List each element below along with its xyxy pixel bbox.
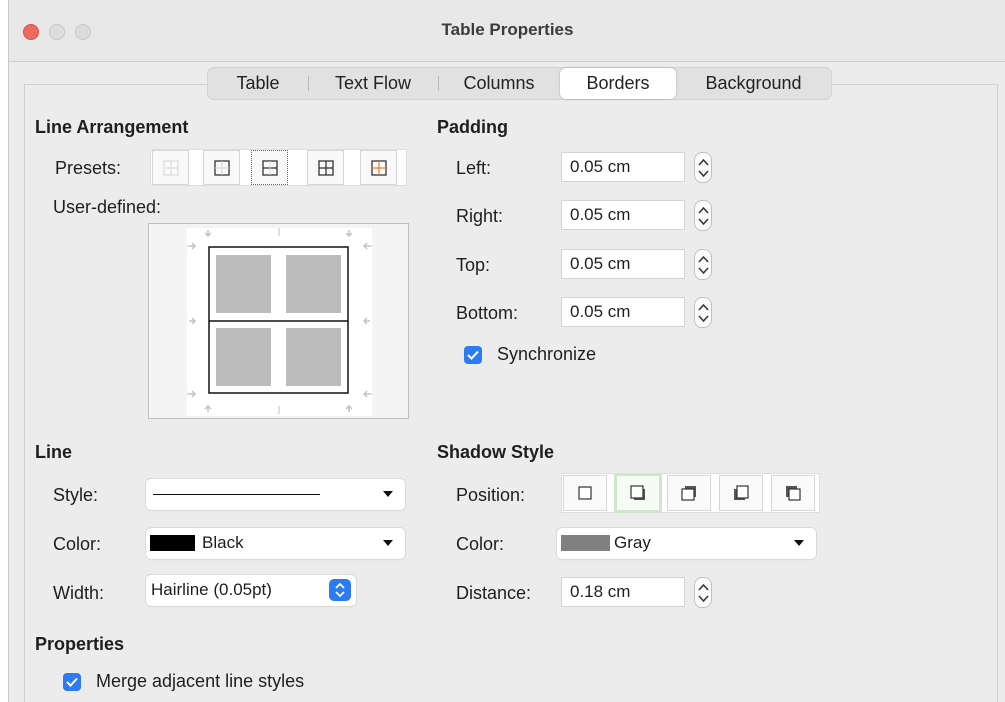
preset-no-borders-icon	[163, 160, 178, 175]
padding-bottom-label: Bottom:	[456, 303, 519, 323]
chevron-down-icon	[383, 540, 393, 546]
user-defined-border-preview[interactable]	[148, 223, 409, 419]
tab-background[interactable]: Background	[676, 68, 831, 99]
line-width-label: Width:	[53, 583, 105, 603]
line-color-value: Black	[202, 533, 244, 552]
padding-top-input[interactable]: 0.05 cm	[561, 249, 685, 279]
shadow-distance-input[interactable]: 0.18 cm	[561, 577, 685, 607]
title-bar: Table Properties	[9, 0, 1005, 62]
padding-right-label: Right:	[456, 206, 504, 226]
preset-outer-inner-button[interactable]	[360, 150, 397, 185]
stepper-arrows-icon	[698, 206, 709, 226]
preset-all-borders-button[interactable]	[307, 150, 344, 185]
shadow-distance-stepper[interactable]	[694, 577, 712, 608]
stepper-arrows-icon	[698, 303, 709, 323]
shadow-none-button[interactable]	[563, 475, 607, 511]
preset-outer-horizontal-button[interactable]	[251, 150, 288, 185]
preset-outer-inner-icon	[370, 159, 387, 176]
stepper-arrows-icon	[698, 583, 709, 603]
checkmark-icon	[467, 350, 479, 360]
synchronize-checkbox[interactable]	[464, 346, 482, 364]
shadow-bottom-left-icon	[734, 485, 749, 500]
shadow-color-dropdown[interactable]: Gray	[557, 528, 816, 559]
table-properties-dialog: Table Properties Table Text Flow Columns…	[8, 0, 1005, 702]
shadow-position-label: Position:	[456, 485, 526, 505]
tab-bar: Table Text Flow Columns Borders Backgrou…	[207, 67, 832, 100]
shadow-style-heading: Shadow Style	[437, 442, 555, 462]
synchronize-label[interactable]: Synchronize	[497, 344, 596, 365]
preset-outer-border-icon	[213, 159, 230, 176]
preset-outer-horizontal-icon	[261, 159, 278, 176]
border-preview-graphic	[187, 228, 372, 416]
presets-label: Presets:	[55, 158, 122, 178]
line-style-sample	[153, 494, 320, 495]
line-style-label: Style:	[53, 485, 99, 505]
line-color-label: Color:	[53, 534, 102, 554]
padding-left-stepper[interactable]	[694, 152, 712, 183]
shadow-color-swatch	[561, 535, 610, 551]
stepper-arrows-icon	[698, 158, 709, 178]
shadow-none-icon	[578, 486, 592, 500]
merge-adjacent-line-styles-checkbox[interactable]	[63, 673, 81, 691]
shadow-top-right-icon	[681, 486, 696, 501]
line-color-dropdown[interactable]: Black	[146, 528, 405, 559]
properties-heading: Properties	[35, 634, 125, 654]
shadow-top-left-icon	[786, 486, 801, 501]
padding-heading: Padding	[437, 117, 508, 137]
tab-borders[interactable]: Borders	[560, 68, 676, 99]
line-width-value: Hairline (0.05pt)	[151, 580, 272, 599]
tab-text-flow[interactable]: Text Flow	[308, 68, 438, 99]
up-down-chevron-icon	[335, 582, 345, 598]
shadow-color-value: Gray	[614, 533, 651, 552]
tab-columns[interactable]: Columns	[438, 68, 560, 99]
padding-bottom-stepper[interactable]	[694, 297, 712, 328]
line-width-select[interactable]: Hairline (0.05pt)	[146, 575, 356, 606]
checkmark-icon	[66, 677, 78, 687]
merge-adjacent-line-styles-label[interactable]: Merge adjacent line styles	[96, 671, 304, 692]
window-title: Table Properties	[441, 20, 574, 39]
padding-left-label: Left:	[456, 158, 492, 178]
shadow-top-left-button[interactable]	[771, 475, 815, 511]
line-arrangement-heading: Line Arrangement	[35, 117, 189, 137]
padding-top-label: Top:	[456, 255, 491, 275]
chevron-down-icon	[794, 540, 804, 546]
shadow-color-label: Color:	[456, 534, 505, 554]
tab-table[interactable]: Table	[208, 68, 308, 99]
padding-right-input[interactable]: 0.05 cm	[561, 200, 685, 230]
preset-all-borders-icon	[317, 159, 334, 176]
shadow-bottom-right-button[interactable]	[614, 473, 662, 513]
line-style-dropdown[interactable]	[146, 479, 405, 510]
shadow-bottom-left-button[interactable]	[719, 475, 763, 511]
line-width-select-arrows[interactable]	[329, 579, 351, 601]
padding-bottom-input[interactable]: 0.05 cm	[561, 297, 685, 327]
shadow-bottom-right-icon	[630, 485, 645, 500]
padding-right-stepper[interactable]	[694, 200, 712, 231]
shadow-top-right-button[interactable]	[667, 475, 711, 511]
padding-left-input[interactable]: 0.05 cm	[561, 152, 685, 182]
chevron-down-icon	[383, 491, 393, 497]
shadow-distance-label: Distance:	[456, 583, 532, 603]
line-color-swatch	[150, 535, 195, 551]
padding-top-stepper[interactable]	[694, 249, 712, 280]
preset-outer-border-button[interactable]	[203, 150, 240, 185]
stepper-arrows-icon	[698, 255, 709, 275]
preset-no-borders-button[interactable]	[152, 150, 189, 185]
user-defined-label: User-defined:	[53, 197, 162, 217]
line-heading: Line	[35, 442, 73, 462]
